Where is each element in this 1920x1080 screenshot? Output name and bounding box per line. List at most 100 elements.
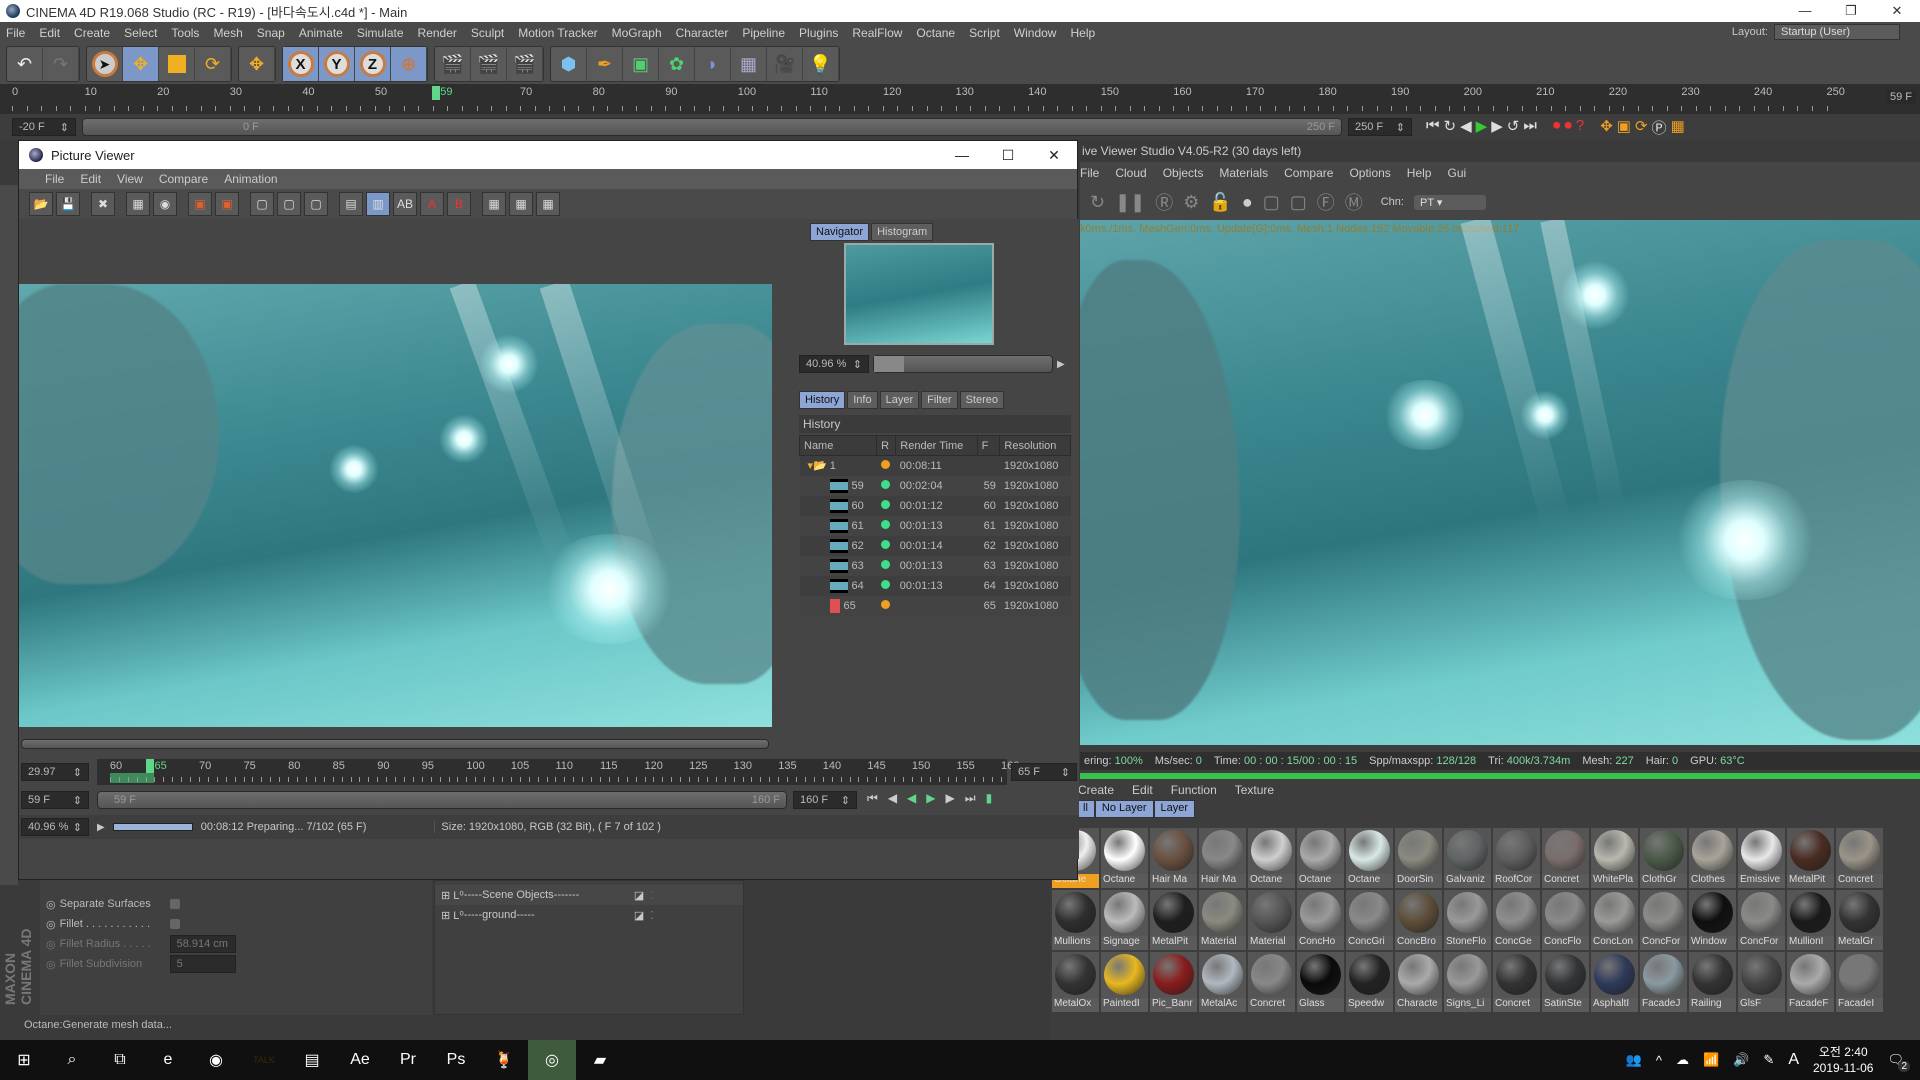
mm-menu-create[interactable]: Create [1078,783,1114,797]
pv-next-frame-icon[interactable]: ▶ [946,791,955,806]
menu-character[interactable]: Character [676,26,729,40]
pv-prev-frame-icon[interactable]: ◀ [888,791,897,806]
menu-render[interactable]: Render [418,26,457,40]
history-row[interactable]: 59 00:02:04 59 1920x1080 [799,475,1071,496]
pv-range-slider[interactable]: 59 F 160 F [97,791,787,809]
column-header[interactable]: Name [798,435,878,456]
pv-first-frame-icon[interactable]: ⏮ [867,791,878,806]
material-swatch[interactable]: Glass [1297,952,1344,1012]
subdivision-icon[interactable]: ▣ [623,47,659,81]
render-settings-icon[interactable]: 🎬 [507,47,543,81]
material-swatch[interactable]: DoorSin [1395,828,1442,888]
material-swatch[interactable]: FacadeF [1787,952,1834,1012]
material-swatch[interactable]: Emissive [1738,828,1785,888]
key-scale-icon[interactable]: ▣ [1617,117,1631,138]
view-single-icon[interactable]: ▢ [250,192,274,216]
pv-play-forward-icon[interactable]: ▶ [926,791,935,806]
layer-tab[interactable]: No Layer [1094,800,1154,818]
pv-menu-compare[interactable]: Compare [159,172,208,186]
focus-pick-icon[interactable]: Ⓕ [1317,189,1335,215]
pv-menu-view[interactable]: View [117,172,143,186]
menu-plugins[interactable]: Plugins [799,26,838,40]
cocktail-icon[interactable]: 🍹 [480,1040,528,1080]
pv-status-play-icon[interactable]: ▶ [97,822,105,833]
tab-filter[interactable]: Filter [921,391,958,409]
history-row[interactable]: 65 65 1920x1080 [799,595,1071,616]
open-icon[interactable]: 📂 [29,192,53,216]
material-swatch[interactable]: Material [1199,890,1246,950]
mm-menu-edit[interactable]: Edit [1132,783,1153,797]
lv-menu-objects[interactable]: Objects [1163,166,1204,180]
live-render-image[interactable]: k0ms./1ms. MeshGen:0ms. Update[G]:0ms. M… [1080,220,1920,745]
history-row[interactable]: 63 00:01:13 63 1920x1080 [799,555,1071,576]
pv-play-backward-icon[interactable]: ◀ [907,791,916,806]
clear-icon[interactable]: ✖ [91,192,115,216]
maximize-button[interactable]: ❐ [1828,0,1874,22]
menu-snap[interactable]: Snap [257,26,285,40]
kakaotalk-icon[interactable]: TALK [240,1040,288,1080]
loop-icon[interactable]: ↻ [1444,117,1457,138]
pv-playhead[interactable] [146,759,155,773]
next-frame-icon[interactable]: ▶ [1491,117,1503,138]
expand-icon[interactable]: ⊞ L⁰ [441,909,464,922]
tab-stereo[interactable]: Stereo [959,391,1004,409]
pv-current-frame-field[interactable]: 65 F ⇕ [1011,763,1077,781]
material-swatch[interactable]: Characte [1395,952,1442,1012]
lv-menu-file[interactable]: File [1080,166,1099,180]
material-swatch[interactable]: Octane [1346,828,1393,888]
material-swatch[interactable]: ConcFor [1640,890,1687,950]
rendered-image[interactable] [19,284,772,727]
file-explorer-icon[interactable]: ▤ [288,1040,336,1080]
navigator-zoom-slider[interactable] [873,355,1053,373]
keyframe-help-icon[interactable]: ? [1576,117,1584,138]
channels-icon[interactable]: ▦ [126,192,150,216]
menu-window[interactable]: Window [1014,26,1057,40]
object-row[interactable]: ⊞ L⁰ -----ground----- ◪ ⁚ [435,905,743,925]
action-center-icon[interactable]: 🗨 2 [1887,1052,1910,1072]
material-swatch[interactable]: Concret [1836,828,1883,888]
key-move-icon[interactable]: ✥ [1600,117,1613,138]
scale-icon[interactable] [159,47,195,81]
material-swatch[interactable]: ConcLon [1591,890,1638,950]
start-icon[interactable]: ⊞ [0,1040,48,1080]
view-region-icon[interactable]: ▢ [304,192,328,216]
onedrive-icon[interactable]: ☁ [1676,1052,1689,1068]
region-render-icon[interactable]: Ⓡ [1155,189,1173,215]
menu-animate[interactable]: Animate [299,26,343,40]
animate-radio[interactable]: ◎ [46,938,56,951]
attribute-field[interactable]: 58.914 cm [169,935,236,953]
ab-split-icon[interactable]: ▥ [366,192,390,216]
material-swatch[interactable]: Octane [1101,828,1148,888]
pv-minimize-button[interactable]: — [939,141,985,169]
menu-simulate[interactable]: Simulate [357,26,404,40]
material-swatch[interactable]: MetalOx [1052,952,1099,1012]
copy-icon[interactable]: ▣ [188,192,212,216]
material-swatch[interactable]: WhitePla [1591,828,1638,888]
move-icon[interactable]: ✥ [239,47,275,81]
material-swatch[interactable]: Hair Ma [1150,828,1197,888]
lv-menu-gui[interactable]: Gui [1447,166,1466,180]
chrome-icon[interactable]: ◉ [192,1040,240,1080]
main-timeline[interactable]: 0 10 20 30 40 50 59 70 80 90 100 110 120 130 140 150 160… [0,84,1920,114]
material-swatch[interactable]: ConcGe [1493,890,1540,950]
world-coordinates-icon[interactable]: ⊕ [391,47,427,81]
navigator-play-icon[interactable]: ▶ [1057,359,1065,370]
history-row[interactable]: 62 00:01:14 62 1920x1080 [799,535,1071,556]
material-swatch[interactable]: Concret [1248,952,1295,1012]
column-header[interactable]: Render Time [895,435,978,456]
tab-history[interactable]: History [799,391,846,409]
search-icon[interactable]: ⌕ [48,1040,96,1080]
timeline-ruler[interactable]: 0 10 20 30 40 50 59 70 80 90 100 110 120 130 140 150 160… [0,84,1920,114]
layer-icon[interactable]: ◪ [634,889,644,902]
material-swatch[interactable]: Galvaniz [1444,828,1491,888]
pv-menu-edit[interactable]: Edit [80,172,101,186]
floor-icon[interactable]: ▦ [731,47,767,81]
settings-icon[interactable]: ⚙ [1183,192,1199,213]
after-effects-icon[interactable]: Ae [336,1040,384,1080]
material-swatch[interactable]: ConcBro [1395,890,1442,950]
column-header[interactable]: F [976,435,1001,456]
material-swatch[interactable]: ConcFlo [1542,890,1589,950]
layout-dropdown[interactable]: Startup (User) [1774,24,1900,40]
reverse-icon[interactable]: ↺ [1507,117,1520,138]
pv-last-frame-icon[interactable]: ⏭ [965,791,976,806]
